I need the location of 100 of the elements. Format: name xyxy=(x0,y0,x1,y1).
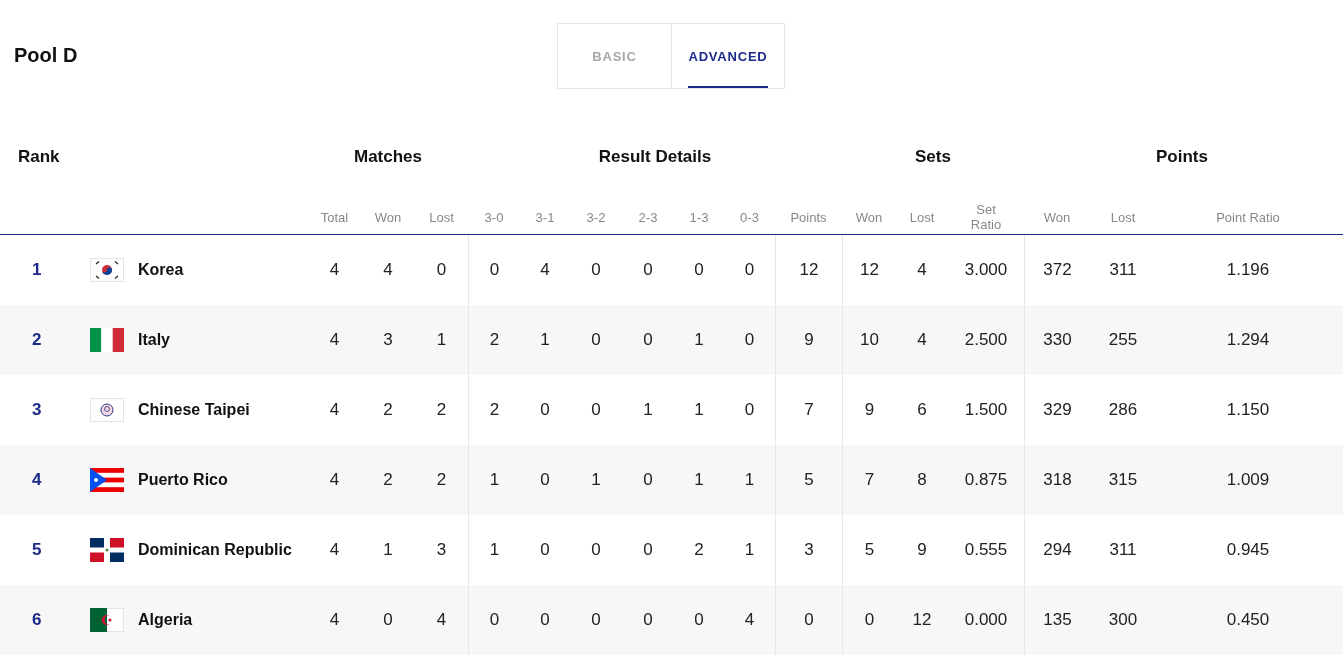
table-cell: 1 xyxy=(436,330,447,350)
rank-number: 6 xyxy=(32,610,42,630)
table-cell: 4 xyxy=(744,610,755,630)
rank-number: 2 xyxy=(32,330,42,350)
table-cell: 0 xyxy=(744,330,755,350)
table-cell: 4 xyxy=(329,330,340,350)
table-cell: 1.500 xyxy=(964,400,1008,420)
table-cell: 1.294 xyxy=(1226,330,1270,350)
table-cell: 0 xyxy=(540,610,550,630)
table-cell: 0 xyxy=(383,610,393,630)
table-cell: 8 xyxy=(917,470,927,490)
table-cell: 0 xyxy=(591,540,601,560)
table-cell: 4 xyxy=(329,260,340,280)
table-cell: 9 xyxy=(804,330,814,350)
table-cell: 4 xyxy=(436,610,447,630)
team-name: Italy xyxy=(138,331,170,349)
table-cell: 0.945 xyxy=(1226,540,1270,560)
table-cell: 0.555 xyxy=(964,540,1008,560)
column-group-header: Points xyxy=(1155,147,1209,167)
table-cell: 0.450 xyxy=(1226,610,1270,630)
rank-number: 4 xyxy=(32,470,42,490)
flag-icon xyxy=(90,398,124,422)
flag-icon xyxy=(90,328,124,352)
table-cell: 1 xyxy=(540,330,550,350)
table-cell: 4 xyxy=(383,260,393,280)
team-name: Puerto Rico xyxy=(138,471,228,489)
column-header: Won xyxy=(374,209,402,225)
table-cell: 0 xyxy=(643,540,653,560)
table-cell: 0 xyxy=(591,610,601,630)
table-cell: 0 xyxy=(489,610,500,630)
table-cell: 6 xyxy=(917,400,927,420)
table-cell: 4 xyxy=(329,400,340,420)
table-cell: 0 xyxy=(591,400,601,420)
table-cell: 1 xyxy=(694,470,704,490)
table-cell: 311 xyxy=(1109,540,1137,560)
table-cell: 1.150 xyxy=(1226,400,1270,420)
table-cell: 3 xyxy=(436,540,447,560)
table-cell: 0 xyxy=(744,400,755,420)
table-cell: 1 xyxy=(744,540,755,560)
column-header: Set Ratio xyxy=(969,202,1003,232)
table-cell: 0 xyxy=(591,330,601,350)
table-cell: 0 xyxy=(864,610,875,630)
table-cell: 1 xyxy=(694,330,704,350)
table-cell: 0 xyxy=(489,260,500,280)
flag-icon xyxy=(90,258,124,282)
column-header: 3-0 xyxy=(484,209,504,225)
table-cell: 329 xyxy=(1043,400,1072,420)
column-header: Lost xyxy=(429,209,454,225)
column-header: 1-3 xyxy=(689,209,709,225)
table-cell: 2 xyxy=(489,400,500,420)
table-cell: 330 xyxy=(1043,330,1072,350)
column-header: Total xyxy=(320,209,349,225)
table-cell: 4 xyxy=(329,470,340,490)
table-cell: 9 xyxy=(864,400,875,420)
table-cell: 1 xyxy=(489,470,500,490)
column-header: Lost xyxy=(1110,209,1136,225)
column-group-header: Sets xyxy=(914,147,952,167)
table-cell: 2 xyxy=(694,540,704,560)
table-cell: 1 xyxy=(489,540,500,560)
table-cell: 5 xyxy=(804,470,814,490)
team-name: Korea xyxy=(138,261,184,279)
table-cell: 7 xyxy=(864,470,875,490)
table-cell: 4 xyxy=(540,260,550,280)
table-cell: 300 xyxy=(1108,610,1138,630)
table-cell: 0 xyxy=(643,260,653,280)
column-header: Won xyxy=(855,209,883,225)
table-cell: 0 xyxy=(540,400,550,420)
column-group-header: Result Details xyxy=(597,147,713,167)
table-cell: 2 xyxy=(383,470,393,490)
rank-number: 1 xyxy=(32,260,42,280)
table-cell: 1 xyxy=(591,470,601,490)
table-cell: 318 xyxy=(1043,470,1072,490)
table-cell: 1 xyxy=(383,540,393,560)
table-cell: 2 xyxy=(436,400,447,420)
table-cell: 4 xyxy=(917,330,927,350)
table-cell: 2 xyxy=(383,400,393,420)
rank-number: 3 xyxy=(32,400,42,420)
column-group-header: Rank xyxy=(17,147,61,167)
table-cell: 0 xyxy=(643,330,653,350)
column-header: Point Ratio xyxy=(1216,209,1280,225)
flag-icon xyxy=(90,538,124,562)
table-cell: 4 xyxy=(329,540,340,560)
rank-number: 5 xyxy=(32,540,42,560)
table-cell: 255 xyxy=(1108,330,1138,350)
table-cell: 294 xyxy=(1043,540,1072,560)
table-cell: 7 xyxy=(804,400,814,420)
table-cell: 315 xyxy=(1108,470,1138,490)
column-header: Won xyxy=(1043,209,1071,225)
table-cell: 5 xyxy=(864,540,875,560)
table-cell: 286 xyxy=(1108,400,1138,420)
table-cell: 1 xyxy=(744,470,755,490)
table-cell: 0 xyxy=(694,610,704,630)
table-cell: 12 xyxy=(799,260,819,280)
column-group-header: Matches xyxy=(353,147,423,167)
column-header: Lost xyxy=(909,209,935,225)
table-cell: 1 xyxy=(694,400,704,420)
table-cell: 9 xyxy=(917,540,927,560)
table-cell: 135 xyxy=(1043,610,1072,630)
table-cell: 0 xyxy=(694,260,704,280)
table-cell: 0 xyxy=(804,610,814,630)
